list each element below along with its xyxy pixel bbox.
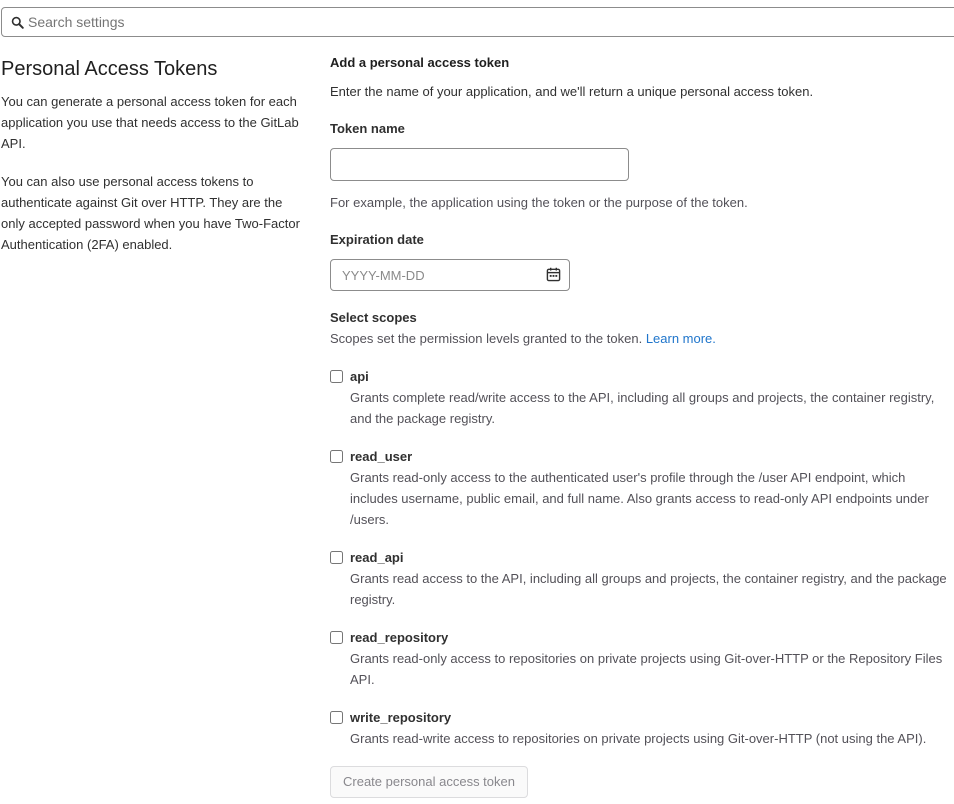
intro-paragraph: You can generate a personal access token… — [1, 94, 299, 151]
search-icon — [11, 16, 24, 29]
scope-write-repository[interactable]: write_repository Grants read-write acces… — [330, 709, 954, 749]
scope-read-user-checkbox[interactable] — [330, 450, 343, 463]
http-auth-paragraph: You can also use personal access tokens … — [1, 174, 300, 252]
scope-description: Grants read access to the API, including… — [350, 571, 947, 607]
token-name-label: Token name — [330, 121, 405, 136]
scope-api-checkbox[interactable] — [330, 370, 343, 383]
scopes-description-text: Scopes set the permission levels granted… — [330, 331, 643, 346]
section-title: Add a personal access token — [330, 55, 510, 70]
expiration-date-input[interactable] — [330, 259, 570, 291]
select-scopes-label: Select scopes — [330, 310, 417, 325]
scope-read-repository[interactable]: read_repository Grants read-only access … — [330, 629, 954, 690]
scope-name[interactable]: api — [350, 368, 954, 385]
scope-read-user[interactable]: read_user Grants read-only access to the… — [330, 448, 954, 530]
search-input[interactable] — [28, 8, 928, 36]
learn-more-link[interactable]: Learn more. — [646, 331, 716, 346]
scope-write-repository-checkbox[interactable] — [330, 711, 343, 724]
scope-name[interactable]: read_user — [350, 448, 954, 465]
token-name-help: For example, the application using the t… — [330, 195, 748, 210]
scope-read-repository-checkbox[interactable] — [330, 631, 343, 644]
scope-read-api-checkbox[interactable] — [330, 551, 343, 564]
scopes-description: Scopes set the permission levels granted… — [330, 330, 954, 348]
expiration-date-label: Expiration date — [330, 232, 424, 247]
scope-api[interactable]: api Grants complete read/write access to… — [330, 368, 954, 429]
search-settings[interactable] — [1, 7, 954, 37]
scope-description: Grants read-only access to repositories … — [350, 651, 943, 687]
scope-description: Grants complete read/write access to the… — [350, 390, 935, 426]
token-form: Add a personal access token Enter the na… — [330, 54, 954, 798]
token-name-input[interactable] — [330, 148, 629, 181]
calendar-icon[interactable] — [546, 267, 561, 282]
scope-description: Grants read-only access to the authentic… — [350, 470, 929, 527]
section-description: Enter the name of your application, and … — [330, 84, 814, 99]
scope-description: Grants read-write access to repositories… — [350, 731, 927, 746]
create-token-button[interactable]: Create personal access token — [330, 766, 528, 798]
expiration-date-picker[interactable] — [330, 259, 570, 291]
page-title: Personal Access Tokens — [1, 58, 218, 80]
scope-read-api[interactable]: read_api Grants read access to the API, … — [330, 549, 954, 610]
sidebar-description: Personal Access Tokens You can generate … — [1, 56, 301, 255]
scope-name[interactable]: read_api — [350, 549, 954, 566]
scope-name[interactable]: write_repository — [350, 709, 954, 726]
scope-name[interactable]: read_repository — [350, 629, 954, 646]
